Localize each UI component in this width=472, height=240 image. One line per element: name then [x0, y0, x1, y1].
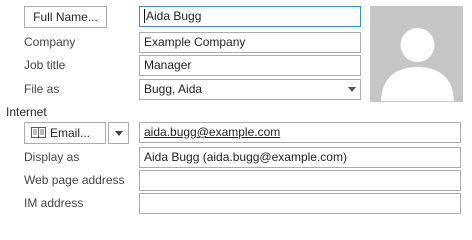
address-card-icon [31, 127, 46, 138]
internet-section-label: Internet [6, 105, 47, 119]
display-as-label: Display as [24, 150, 80, 164]
web-page-address-field[interactable] [139, 170, 461, 191]
email-field[interactable]: aida.bugg@example.com [139, 122, 461, 143]
job-title-label: Job title [24, 58, 66, 72]
display-as-field[interactable]: Aida Bugg (aida.bugg@example.com) [139, 147, 461, 168]
company-label: Company [24, 35, 76, 49]
email-type-dropdown[interactable] [108, 122, 129, 144]
im-address-label: IM address [24, 196, 84, 210]
im-address-field[interactable] [139, 193, 461, 214]
job-title-field[interactable]: Manager [139, 55, 361, 76]
company-field[interactable]: Example Company [139, 32, 361, 53]
file-as-combobox[interactable]: Bugg, Aida [139, 79, 361, 100]
contact-photo[interactable] [370, 6, 463, 102]
full-name-button[interactable]: Full Name... [24, 6, 107, 28]
chevron-down-icon [115, 131, 123, 136]
full-name-value: Aida Bugg [146, 9, 202, 23]
full-name-field[interactable]: Aida Bugg [139, 6, 361, 27]
person-silhouette-icon [381, 28, 454, 101]
file-as-label: File as [24, 82, 60, 96]
email-button[interactable]: Email... [24, 122, 106, 144]
file-as-value: Bugg, Aida [144, 82, 203, 96]
email-button-label: Email... [50, 126, 91, 140]
text-caret [144, 9, 145, 23]
full-name-button-label: Full Name... [33, 10, 98, 24]
email-value[interactable]: aida.bugg@example.com [144, 125, 280, 139]
chevron-down-icon[interactable] [348, 87, 356, 92]
web-page-address-label: Web page address [24, 173, 125, 187]
